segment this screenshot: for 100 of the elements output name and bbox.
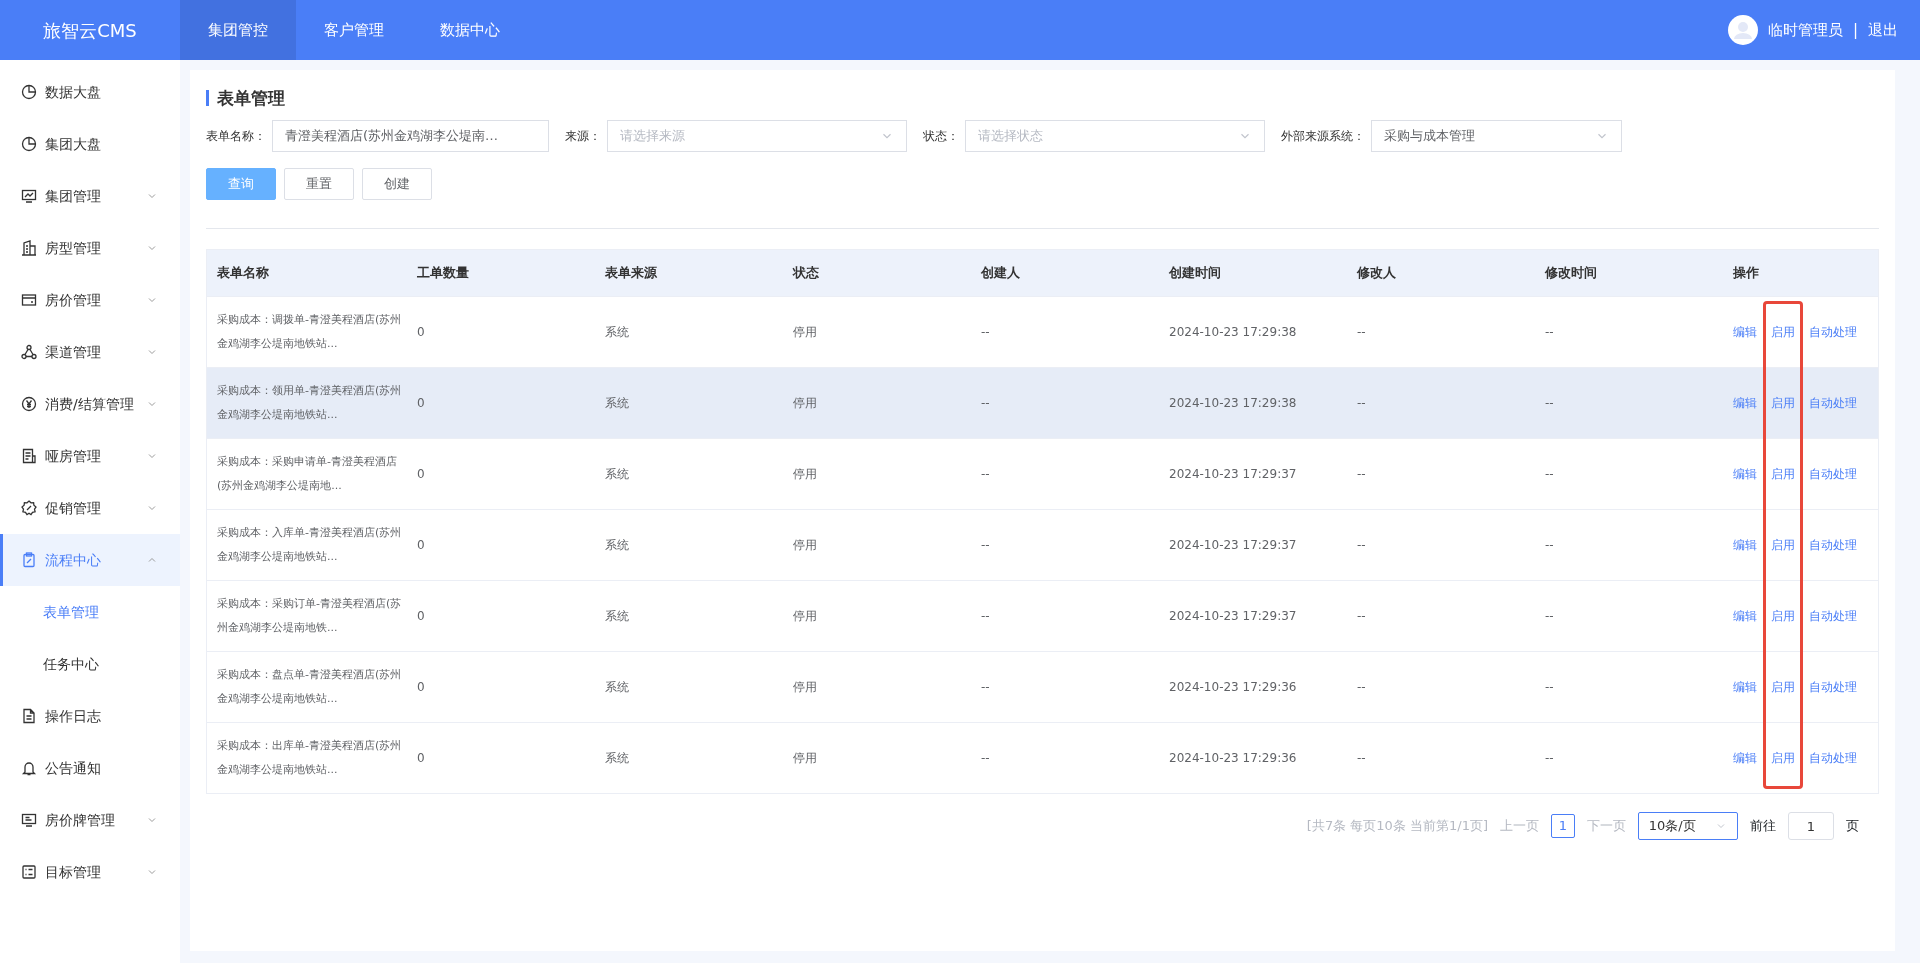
action-link[interactable]: 编辑 (1733, 749, 1757, 767)
filter-label: 表单名称： (206, 128, 266, 145)
sidebar-item[interactable]: 操作日志 (0, 690, 180, 742)
action-link[interactable]: 启用 (1771, 536, 1795, 554)
action-link[interactable]: 启用 (1771, 749, 1795, 767)
action-link[interactable]: 启用 (1771, 323, 1795, 341)
sidebar-item[interactable]: 流程中心 (0, 534, 180, 586)
table-cell-text: 停用 (793, 679, 818, 696)
action-link[interactable]: 编辑 (1733, 607, 1757, 625)
table-cell-text: 2024-10-23 17:29:38 (1169, 395, 1298, 412)
table-cell-text: -- (1357, 324, 1367, 341)
action-link[interactable]: 自动处理 (1809, 678, 1857, 696)
table-cell-text: 采购成本：盘点单-青澄美程酒店(苏州金鸡湖李公堤南地铁站... (217, 667, 403, 707)
table-cell-text: -- (1357, 537, 1367, 554)
sidebar-subitem[interactable]: 任务中心 (0, 638, 180, 690)
table-cell-text: -- (1545, 679, 1555, 696)
table-row[interactable]: 采购成本：出库单-青澄美程酒店(苏州金鸡湖李公堤南地铁站... 0 系统 停用 -- 2024-10-23 17:29:36 -- -- 编辑 启用 自动处理 (207, 722, 1878, 793)
column-header: 修改人 (1355, 264, 1397, 283)
nav-tab[interactable]: 集团管控 (180, 0, 296, 60)
clipboard-icon (21, 552, 37, 568)
page-size-select[interactable]: 10条/页 (1638, 812, 1738, 840)
query-button[interactable]: 查询 (206, 168, 276, 200)
logout-link[interactable]: 退出 (1868, 18, 1898, 42)
sidebar-item[interactable]: 哑房管理 (0, 430, 180, 482)
sidebar-item[interactable]: 目标管理 (0, 846, 180, 898)
table-cell-text: -- (981, 466, 991, 483)
table-cell-text: 0 (417, 537, 426, 554)
monitor-icon (21, 188, 37, 204)
action-link[interactable]: 自动处理 (1809, 749, 1857, 767)
select-field[interactable]: 请选择来源 (607, 120, 907, 152)
table-cell-text: 停用 (793, 608, 818, 625)
sidebar-item[interactable]: 消费/结算管理 (0, 378, 180, 430)
sidebar-subitem[interactable]: 表单管理 (0, 586, 180, 638)
pie-chart-icon (21, 136, 37, 152)
page-number[interactable]: 1 (1551, 814, 1575, 838)
column-header: 表单来源 (604, 264, 658, 283)
sidebar-item[interactable]: 集团大盘 (0, 118, 180, 170)
action-link[interactable]: 启用 (1771, 678, 1795, 696)
column-header: 修改时间 (1543, 264, 1598, 283)
action-link[interactable]: 编辑 (1733, 536, 1757, 554)
action-link[interactable]: 编辑 (1733, 465, 1757, 483)
table-row[interactable]: 采购成本：盘点单-青澄美程酒店(苏州金鸡湖李公堤南地铁站... 0 系统 停用 -- 2024-10-23 17:29:36 -- -- 编辑 启用 自动处理 (207, 651, 1878, 722)
action-link[interactable]: 编辑 (1733, 394, 1757, 412)
table-row[interactable]: 采购成本：采购申请单-青澄美程酒店(苏州金鸡湖李公堤南地... 0 系统 停用 -- 2024-10-23 17:29:37 -- -- 编辑 启用 自动处理 (207, 438, 1878, 509)
network-icon (21, 344, 37, 360)
action-link[interactable]: 启用 (1771, 465, 1795, 483)
select-field[interactable]: 请选择状态 (965, 120, 1265, 152)
page-suffix: 页 (1846, 817, 1859, 836)
column-header: 创建时间 (1168, 264, 1222, 283)
action-link[interactable]: 自动处理 (1809, 394, 1857, 412)
table-cell-text: -- (1545, 537, 1555, 554)
pagination-summary: [共7条 每页10条 当前第1/1页] (1306, 817, 1488, 836)
sidebar-item[interactable]: 数据大盘 (0, 66, 180, 118)
table-cell-text: 0 (417, 608, 426, 625)
table-cell-text: 2024-10-23 17:29:37 (1169, 608, 1298, 625)
table-cell-text: -- (1545, 324, 1555, 341)
table-cell-text: -- (1545, 466, 1555, 483)
sidebar-item[interactable]: 房价牌管理 (0, 794, 180, 846)
table-cell-text: -- (1357, 750, 1367, 767)
table-cell-text: 系统 (605, 679, 630, 696)
action-link[interactable]: 自动处理 (1809, 465, 1857, 483)
separator: | (1852, 19, 1858, 41)
goto-label: 前往 (1750, 817, 1776, 836)
table-cell-text: 采购成本：调拨单-青澄美程酒店(苏州金鸡湖李公堤南地铁站... (217, 312, 403, 352)
table-cell-text: 采购成本：采购申请单-青澄美程酒店(苏州金鸡湖李公堤南地... (217, 454, 398, 494)
action-link[interactable]: 自动处理 (1809, 607, 1857, 625)
table-row[interactable]: 采购成本：领用单-青澄美程酒店(苏州金鸡湖李公堤南地铁站... 0 系统 停用 -- 2024-10-23 17:29:38 -- -- 编辑 启用 自动处理 (207, 367, 1878, 438)
action-link[interactable]: 启用 (1771, 607, 1795, 625)
action-link[interactable]: 自动处理 (1809, 323, 1857, 341)
table-cell-text: 0 (417, 466, 426, 483)
table-cell-text: 采购成本：出库单-青澄美程酒店(苏州金鸡湖李公堤南地铁站... (217, 738, 403, 778)
table-row[interactable]: 采购成本：入库单-青澄美程酒店(苏州金鸡湖李公堤南地铁站... 0 系统 停用 -- 2024-10-23 17:29:37 -- -- 编辑 启用 自动处理 (207, 509, 1878, 580)
action-link[interactable]: 编辑 (1733, 323, 1757, 341)
table-row[interactable]: 采购成本：采购订单-青澄美程酒店(苏州金鸡湖李公堤南地铁... 0 系统 停用 -- 2024-10-23 17:29:37 -- -- 编辑 启用 自动处理 (207, 580, 1878, 651)
table-cell-text: -- (981, 750, 991, 767)
action-button[interactable]: 重置 (284, 168, 354, 200)
building-icon (21, 240, 37, 256)
select-field[interactable]: 采购与成本管理 (1371, 120, 1622, 152)
page-input[interactable]: 1 (1788, 812, 1834, 840)
column-header: 操作 (1732, 264, 1760, 283)
nav-tab[interactable]: 客户管理 (296, 0, 412, 60)
action-link[interactable]: 编辑 (1733, 678, 1757, 696)
action-button[interactable]: 创建 (362, 168, 432, 200)
table-cell-text: -- (1357, 608, 1367, 625)
action-link[interactable]: 自动处理 (1809, 536, 1857, 554)
table-cell-text: 系统 (605, 537, 630, 554)
column-header: 创建人 (980, 264, 1021, 283)
table-cell-text: 采购成本：采购订单-青澄美程酒店(苏州金鸡湖李公堤南地铁... (217, 596, 403, 636)
sidebar-item[interactable]: 公告通知 (0, 742, 180, 794)
sidebar-item[interactable]: 房价管理 (0, 274, 180, 326)
action-link[interactable]: 启用 (1771, 394, 1795, 412)
table-cell-text: 2024-10-23 17:29:36 (1169, 750, 1298, 767)
table-cell-text: -- (1545, 750, 1555, 767)
input-field[interactable]: 青澄美程酒店(苏州金鸡湖李公堤南… (272, 120, 549, 152)
nav-tab[interactable]: 数据中心 (412, 0, 528, 60)
sidebar-item[interactable]: 房型管理 (0, 222, 180, 274)
sidebar-item[interactable]: 渠道管理 (0, 326, 180, 378)
sidebar-item[interactable]: 促销管理 (0, 482, 180, 534)
sidebar-item[interactable]: 集团管理 (0, 170, 180, 222)
table-cell-text: -- (981, 608, 991, 625)
